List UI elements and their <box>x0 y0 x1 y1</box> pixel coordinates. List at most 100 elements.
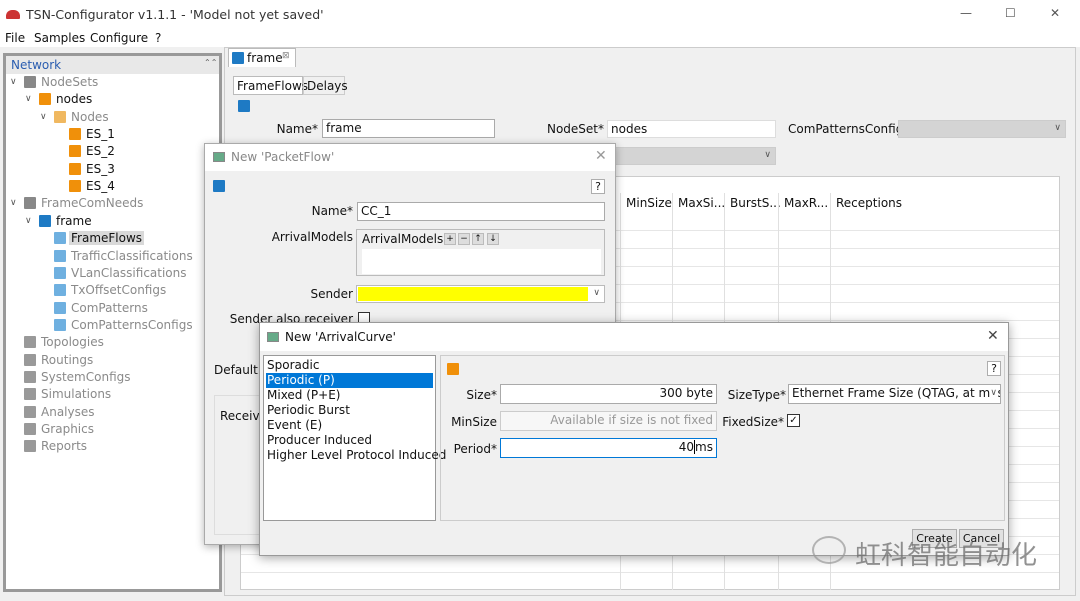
help-button[interactable]: ? <box>591 179 605 194</box>
help-button[interactable]: ? <box>987 361 1001 376</box>
period-input[interactable]: 40ms <box>500 438 717 458</box>
period-label: Period* <box>453 442 497 456</box>
name-input[interactable]: frame <box>322 119 495 138</box>
panel-title: Network <box>11 58 62 72</box>
menu-samples[interactable]: Samples <box>34 31 85 45</box>
subtab-delays[interactable]: Delays <box>303 76 348 95</box>
tree-item-label: frame <box>56 213 92 228</box>
app-icon <box>6 10 20 19</box>
tree-item[interactable]: ES_1 <box>53 126 184 143</box>
arrivalmodels-header: ArrivalModels <box>362 232 444 246</box>
arrival-type-item[interactable]: Producer Induced <box>266 433 433 448</box>
add-button[interactable]: + <box>444 233 456 245</box>
tree-item[interactable]: TxOffsetConfigs <box>38 282 184 299</box>
menu-help[interactable]: ? <box>155 31 161 45</box>
menu-configure[interactable]: Configure <box>90 31 148 45</box>
close-button[interactable]: ✕ <box>1050 6 1060 20</box>
column-header-label: MaxSi... <box>678 196 726 210</box>
tree-item-label: ComPatternsConfigs <box>71 317 193 332</box>
tree-item[interactable]: ComPatterns <box>38 300 184 317</box>
maximize-button[interactable]: ☐ <box>1005 6 1016 20</box>
remove-button[interactable]: − <box>458 233 470 245</box>
fixedsize-checkbox[interactable]: ✓ <box>787 414 800 427</box>
collapse-icon[interactable]: ⌃⌃ <box>204 58 217 67</box>
minsize-label: MinSize <box>451 415 497 429</box>
tree-item-label: TrafficClassifications <box>71 248 193 263</box>
tree-item-label: Topologies <box>41 335 104 350</box>
chevron-down-icon[interactable]: ∨ <box>40 112 47 122</box>
arrival-type-item[interactable]: Mixed (P+E) <box>266 388 433 403</box>
arrivalmodels-list[interactable] <box>362 249 601 274</box>
minsize-input[interactable]: Available if size is not fixed <box>500 411 717 431</box>
compatternsconfigs-icon <box>54 318 66 331</box>
tree-item[interactable]: ∨ Nodes <box>38 109 184 126</box>
frameflows-icon <box>238 100 250 112</box>
tree-item[interactable]: VLanClassifications <box>38 265 187 282</box>
tree-item[interactable]: ES_4 <box>53 178 184 195</box>
arrival-type-item[interactable]: Event (E) <box>266 418 433 433</box>
tree-item[interactable]: Topologies <box>8 334 184 351</box>
menu-file[interactable]: File <box>5 31 25 45</box>
tree-item[interactable]: ∨ frame <box>23 213 184 230</box>
tree-item[interactable]: ∨ NodeSets <box>8 74 184 91</box>
panel-header: Network ⌃⌃ <box>6 56 219 74</box>
minimize-button[interactable]: — <box>960 6 972 20</box>
tree-item-label: ES_4 <box>86 179 115 194</box>
tree-item[interactable]: ComPatternsConfigs <box>38 317 193 334</box>
name-input[interactable]: CC_1 <box>357 202 605 221</box>
dialog-icon <box>213 152 225 162</box>
arrival-type-item[interactable]: Periodic (P) <box>266 373 433 388</box>
tree-item[interactable]: TrafficClassifications <box>38 248 193 265</box>
routings-icon <box>24 353 36 366</box>
tree-item[interactable]: ∨ FrameComNeeds <box>8 195 184 212</box>
arrival-type-item[interactable]: Periodic Burst <box>266 403 433 418</box>
compatterns-select[interactable]: ∨ <box>898 120 1066 138</box>
reports-icon <box>24 440 36 453</box>
dialog-titlebar: New 'PacketFlow' ✕ <box>205 144 615 171</box>
sender-select[interactable]: ∨ <box>356 285 605 303</box>
txoffset-icon <box>54 284 66 297</box>
tree-item[interactable]: ES_2 <box>53 143 184 160</box>
arrival-type-list[interactable]: Sporadic Periodic (P) Mixed (P+E) Periodic … <box>263 355 446 521</box>
tree-item[interactable]: SystemConfigs <box>8 369 184 386</box>
move-down-button[interactable]: ↓ <box>487 233 499 245</box>
period-unit: ms <box>695 440 713 454</box>
node-group-icon <box>54 110 66 123</box>
tree-item[interactable]: Analyses <box>8 404 184 421</box>
tree-item-label: ES_1 <box>86 127 115 142</box>
move-up-button[interactable]: ↑ <box>472 233 484 245</box>
tree-item-label: SystemConfigs <box>41 369 131 384</box>
dialog-title: New 'ArrivalCurve' <box>285 330 396 344</box>
tree-item[interactable]: Graphics <box>8 421 184 438</box>
column-header-label: BurstS... <box>730 196 781 210</box>
chevron-down-icon[interactable]: ∨ <box>10 77 17 87</box>
tree-item-label: TxOffsetConfigs <box>71 283 167 298</box>
sizetype-select[interactable]: Ethernet Frame Size (QTAG, at mos ∨ <box>788 384 1001 404</box>
tree-item-label: Routings <box>41 352 94 367</box>
arrival-type-item[interactable]: Higher Level Protocol Induced <box>266 448 446 463</box>
tree-item[interactable]: FrameFlows <box>38 230 184 247</box>
close-icon[interactable]: ✕ <box>595 148 607 164</box>
systemconfigs-icon <box>24 370 36 383</box>
close-icon[interactable]: ✕ <box>987 328 999 344</box>
arrival-type-item[interactable]: Sporadic <box>266 358 433 373</box>
tree-item[interactable]: Routings <box>8 352 184 369</box>
tree-item-label: Graphics <box>41 422 94 436</box>
analyses-icon <box>24 405 36 418</box>
tree-item[interactable]: Reports <box>8 438 184 455</box>
tree-item[interactable]: ∨ nodes <box>23 91 184 108</box>
nodeset-input[interactable]: nodes <box>607 120 776 138</box>
secondary-select[interactable]: ∨ <box>610 147 776 165</box>
chevron-down-icon[interactable]: ∨ <box>25 94 32 104</box>
size-input[interactable]: 300 byte <box>500 384 717 404</box>
tree-item[interactable]: ES_3 <box>53 161 184 178</box>
subtab-frameflows-label: FrameFlows <box>237 79 309 93</box>
chevron-down-icon[interactable]: ∨ <box>25 216 32 226</box>
tree-item[interactable]: Simulations <box>8 386 184 403</box>
subtab-frameflows[interactable]: FrameFlows <box>233 76 308 95</box>
frameflows-icon <box>54 232 66 245</box>
chevron-down-icon[interactable]: ∨ <box>10 198 17 208</box>
dialog-icon <box>267 332 279 342</box>
tab-close-icon[interactable]: ⊠ <box>282 51 290 61</box>
tab-frame[interactable]: frame ⊠ <box>228 48 296 67</box>
